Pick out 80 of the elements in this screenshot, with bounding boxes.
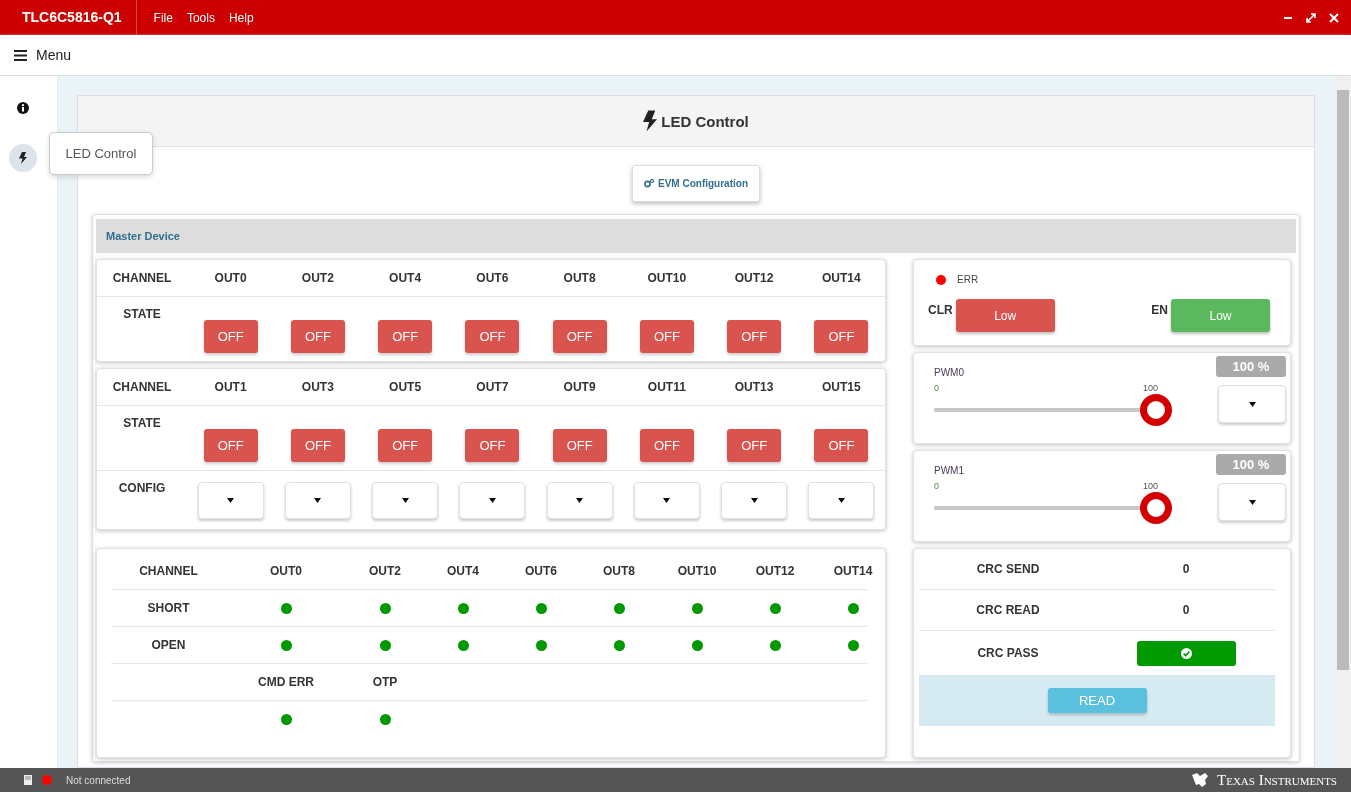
column-header: OUT9 [562, 380, 597, 394]
control-label: EN [1151, 302, 1168, 319]
column-header: CHANNEL [111, 271, 173, 285]
state-toggle[interactable]: OFF [814, 319, 869, 353]
column-header: CHANNEL [111, 380, 173, 394]
state-toggle[interactable]: OFF [465, 428, 520, 462]
column-header: OUT8 [602, 564, 636, 578]
crc-label: CRC READ [975, 603, 1041, 617]
pwm-label: PWM1 [934, 465, 965, 476]
pwm-readout: 100 % [1216, 454, 1286, 475]
error-label: ERR [957, 274, 979, 285]
menu-button[interactable]: Menu [0, 47, 72, 63]
column-header: OUT8 [562, 271, 597, 285]
read-button[interactable]: READ [1047, 688, 1147, 713]
state-toggle[interactable]: OFF [552, 319, 607, 353]
slider-min-label: 0 [934, 383, 939, 393]
state-toggle[interactable]: OFF [203, 428, 258, 462]
crc-label: CRC PASS [976, 646, 1040, 660]
state-toggle[interactable]: OFF [639, 319, 694, 353]
state-toggle[interactable]: OFF [290, 319, 345, 353]
column-header: OUT0 [269, 564, 303, 578]
column-header: OUT2 [300, 271, 335, 285]
state-toggle[interactable]: OFF [290, 428, 345, 462]
slider-min-label: 0 [934, 481, 939, 491]
column-header: OUT13 [733, 380, 775, 394]
pwm-label: PWM0 [934, 367, 965, 378]
state-toggle[interactable]: OFF [727, 428, 782, 462]
level-toggle[interactable]: Low [1171, 299, 1270, 332]
row-label: STATE [122, 306, 162, 321]
column-header: OUT12 [733, 271, 775, 285]
state-toggle[interactable]: OFF [814, 428, 869, 462]
control-label: CLR [928, 302, 953, 319]
slider-max-label: 100 [1142, 481, 1158, 491]
column-header: OTP [371, 675, 399, 689]
column-header: OUT12 [754, 564, 796, 578]
state-toggle[interactable]: OFF [378, 319, 433, 353]
row-label: STATE [122, 415, 162, 430]
app-title: TLC6C5816-Q1 [0, 0, 137, 35]
connection-status: Not connected [66, 774, 131, 786]
column-header: OUT10 [646, 271, 688, 285]
slider-max-label: 100 [1142, 383, 1158, 393]
column-header: OUT14 [821, 271, 862, 285]
menu-item[interactable]: Tools [186, 10, 215, 25]
tooltip: LED Control [48, 132, 154, 175]
brand-name: Texas Instruments [1217, 771, 1337, 789]
column-header: OUT6 [475, 271, 510, 285]
state-toggle[interactable]: OFF [639, 428, 694, 462]
state-toggle[interactable]: OFF [378, 428, 433, 462]
column-header: CHANNEL [138, 564, 199, 578]
column-header: OUT10 [676, 564, 718, 578]
menu-item[interactable]: File [153, 10, 173, 25]
column-header: OUT15 [821, 380, 862, 394]
menu-item[interactable]: Help [228, 10, 254, 25]
column-header: OUT4 [446, 564, 480, 578]
column-header: OUT7 [475, 380, 510, 394]
column-header: OUT11 [646, 380, 687, 394]
row-label: OPEN [150, 638, 187, 652]
column-header: OUT5 [388, 380, 423, 394]
row-label: CONFIG [117, 480, 167, 495]
column-header: OUT4 [388, 271, 423, 285]
crc-value: 0 [1181, 603, 1191, 617]
state-toggle[interactable]: OFF [203, 319, 258, 353]
column-header: OUT3 [300, 380, 335, 394]
column-header: CMD ERR [257, 675, 315, 689]
state-toggle[interactable]: OFF [552, 428, 607, 462]
level-toggle[interactable]: Low [955, 299, 1055, 332]
evm-configuration-button[interactable]: EVM Configuration [632, 165, 760, 202]
state-toggle[interactable]: OFF [727, 319, 782, 353]
column-header: OUT14 [832, 564, 874, 578]
row-label: SHORT [146, 601, 191, 615]
column-header: OUT1 [213, 380, 248, 394]
crc-label: CRC SEND [975, 562, 1041, 576]
column-header: OUT6 [524, 564, 558, 578]
crc-value: 0 [1181, 562, 1191, 576]
section-header: Master Device [96, 219, 1296, 253]
state-toggle[interactable]: OFF [465, 319, 520, 353]
column-header: OUT0 [213, 271, 248, 285]
column-header: OUT2 [368, 564, 402, 578]
page-title: LED Control [661, 112, 749, 130]
pwm-readout: 100 % [1216, 356, 1286, 377]
